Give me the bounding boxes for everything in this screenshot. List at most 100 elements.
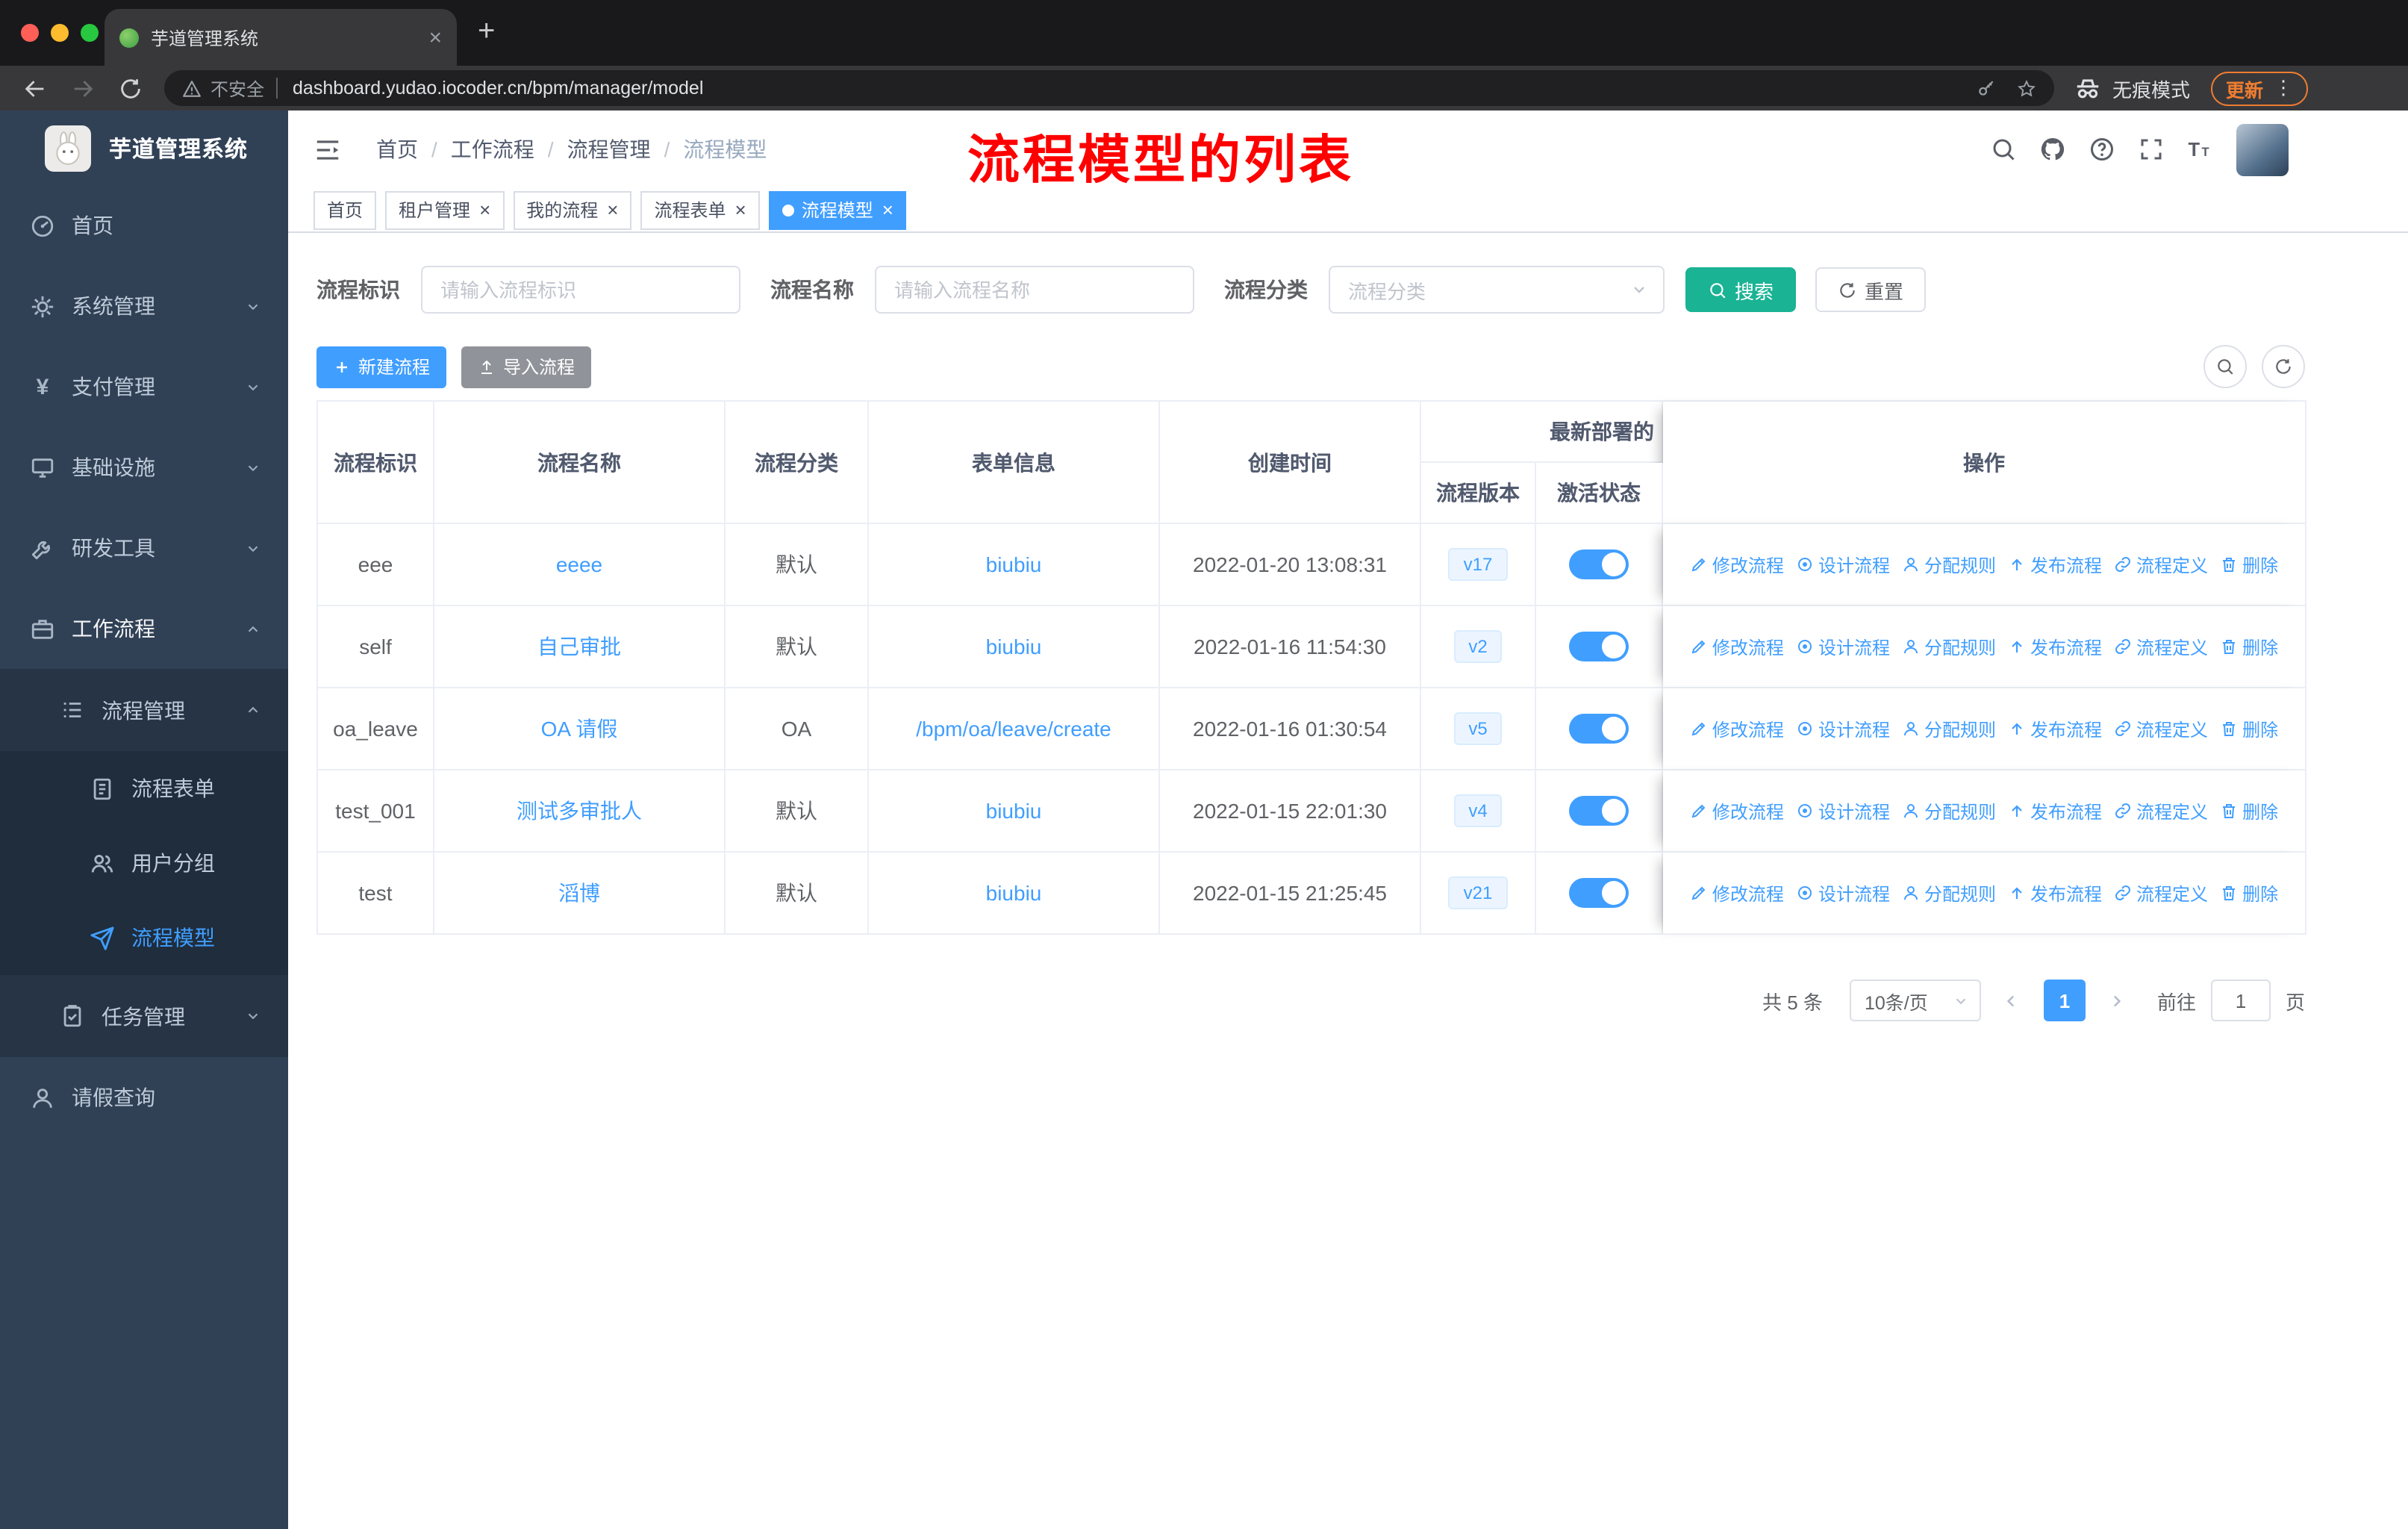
help-icon[interactable]	[2089, 136, 2115, 163]
minimize-window-button[interactable]	[51, 24, 69, 42]
tag-home[interactable]: 首页	[314, 190, 377, 229]
process-name-link[interactable]: 滔博	[558, 881, 600, 905]
modify-process-action[interactable]: 修改流程	[1690, 716, 1784, 741]
process-definition-action[interactable]: 流程定义	[2114, 634, 2208, 659]
delete-action[interactable]: 删除	[2220, 552, 2278, 577]
form-info-link[interactable]: biubiu	[986, 799, 1042, 823]
back-icon[interactable]	[22, 75, 48, 101]
search-icon[interactable]	[1990, 136, 2017, 163]
design-process-action[interactable]: 设计流程	[1796, 552, 1890, 577]
modify-process-action[interactable]: 修改流程	[1690, 798, 1784, 823]
github-icon[interactable]	[2039, 136, 2066, 163]
process-name-link[interactable]: eeee	[556, 552, 602, 576]
publish-process-action[interactable]: 发布流程	[2008, 552, 2102, 577]
sidebar-item-process-form[interactable]: 流程表单	[0, 751, 288, 826]
sidebar-item-workflow[interactable]: 工作流程	[0, 588, 288, 669]
address-bar[interactable]: 不安全 dashboard.yudao.iocoder.cn/bpm/manag…	[164, 70, 2054, 106]
process-definition-action[interactable]: 流程定义	[2114, 798, 2208, 823]
assign-rules-action[interactable]: 分配规则	[1902, 798, 1996, 823]
breadcrumb-item[interactable]: 流程管理	[567, 134, 651, 164]
process-key-input[interactable]	[421, 266, 740, 314]
create-process-button[interactable]: 新建流程	[316, 346, 447, 387]
active-toggle[interactable]	[1569, 714, 1629, 744]
publish-process-action[interactable]: 发布流程	[2008, 880, 2102, 906]
assign-rules-action[interactable]: 分配规则	[1902, 552, 1996, 577]
search-button[interactable]: 搜索	[1685, 267, 1797, 312]
tag-process-form[interactable]: 流程表单 ×	[640, 190, 760, 229]
menu-dots-icon[interactable]: ⋮	[2274, 76, 2293, 100]
close-icon[interactable]: ×	[735, 200, 746, 219]
delete-action[interactable]: 删除	[2220, 634, 2278, 659]
new-tab-button[interactable]: +	[478, 15, 495, 49]
design-process-action[interactable]: 设计流程	[1796, 716, 1890, 741]
sidebar-item-task-management[interactable]: 任务管理	[0, 975, 288, 1057]
sidebar-item-home[interactable]: 首页	[0, 185, 288, 266]
process-name-link[interactable]: 自己审批	[537, 635, 621, 658]
key-icon[interactable]	[1977, 78, 1996, 98]
assign-rules-action[interactable]: 分配规则	[1902, 716, 1996, 741]
user-avatar[interactable]	[2236, 123, 2289, 175]
tag-tenant-management[interactable]: 租户管理 ×	[385, 190, 505, 229]
form-info-link[interactable]: /bpm/oa/leave/create	[916, 717, 1111, 741]
active-toggle[interactable]	[1569, 632, 1629, 661]
reset-button[interactable]: 重置	[1815, 267, 1927, 312]
process-category-select[interactable]: 流程分类	[1329, 266, 1665, 314]
process-name-link[interactable]: OA 请假	[541, 717, 618, 741]
design-process-action[interactable]: 设计流程	[1796, 634, 1890, 659]
sidebar-item-user-group[interactable]: 用户分组	[0, 826, 288, 900]
design-process-action[interactable]: 设计流程	[1796, 880, 1890, 906]
active-toggle[interactable]	[1569, 549, 1629, 579]
delete-action[interactable]: 删除	[2220, 798, 2278, 823]
process-definition-action[interactable]: 流程定义	[2114, 552, 2208, 577]
font-size-icon[interactable]	[2187, 136, 2214, 163]
publish-process-action[interactable]: 发布流程	[2008, 716, 2102, 741]
bookmark-star-icon[interactable]	[2017, 78, 2036, 98]
breadcrumb-item[interactable]: 工作流程	[451, 134, 534, 164]
fullscreen-icon[interactable]	[2138, 136, 2165, 163]
page-1-button[interactable]: 1	[2043, 980, 2086, 1021]
reload-icon[interactable]	[118, 75, 143, 101]
design-process-action[interactable]: 设计流程	[1796, 798, 1890, 823]
tab-close-icon[interactable]: ×	[428, 26, 442, 49]
update-button[interactable]: 更新 ⋮	[2211, 71, 2309, 105]
next-page-button[interactable]	[2100, 980, 2133, 1021]
process-definition-action[interactable]: 流程定义	[2114, 880, 2208, 906]
breadcrumb-item[interactable]: 首页	[376, 134, 418, 164]
publish-process-action[interactable]: 发布流程	[2008, 798, 2102, 823]
sidebar-item-process-management[interactable]: 流程管理	[0, 669, 288, 751]
modify-process-action[interactable]: 修改流程	[1690, 634, 1784, 659]
assign-rules-action[interactable]: 分配规则	[1902, 634, 1996, 659]
toggle-search-button[interactable]	[2203, 345, 2247, 388]
tag-process-model[interactable]: 流程模型 ×	[768, 190, 907, 229]
process-definition-action[interactable]: 流程定义	[2114, 716, 2208, 741]
page-size-select[interactable]: 10条/页	[1849, 980, 1981, 1021]
process-name-input[interactable]	[875, 266, 1194, 314]
form-info-link[interactable]: biubiu	[986, 552, 1042, 576]
close-window-button[interactable]	[21, 24, 39, 42]
sidebar-item-dev-tools[interactable]: 研发工具	[0, 508, 288, 588]
publish-process-action[interactable]: 发布流程	[2008, 634, 2102, 659]
sidebar-item-infra[interactable]: 基础设施	[0, 427, 288, 508]
zoom-window-button[interactable]	[81, 24, 99, 42]
assign-rules-action[interactable]: 分配规则	[1902, 880, 1996, 906]
delete-action[interactable]: 删除	[2220, 880, 2278, 906]
browser-tab[interactable]: 芋道管理系统 ×	[105, 9, 457, 66]
close-icon[interactable]: ×	[479, 200, 490, 219]
forward-icon[interactable]	[70, 75, 96, 101]
security-label[interactable]: 不安全	[210, 75, 264, 101]
sidebar-item-process-model[interactable]: 流程模型	[0, 900, 288, 975]
sidebar-item-system[interactable]: 系统管理	[0, 266, 288, 346]
tag-my-process[interactable]: 我的流程 ×	[513, 190, 632, 229]
close-icon[interactable]: ×	[607, 200, 618, 219]
import-process-button[interactable]: 导入流程	[461, 346, 592, 387]
sidebar-item-leave-query[interactable]: 请假查询	[0, 1057, 288, 1138]
active-toggle[interactable]	[1569, 878, 1629, 908]
form-info-link[interactable]: biubiu	[986, 881, 1042, 905]
active-toggle[interactable]	[1569, 796, 1629, 826]
process-name-link[interactable]: 测试多审批人	[517, 799, 642, 823]
modify-process-action[interactable]: 修改流程	[1690, 552, 1784, 577]
prev-page-button[interactable]	[1996, 980, 2029, 1021]
close-icon[interactable]: ×	[882, 200, 893, 219]
sidebar-item-pay[interactable]: ¥ 支付管理	[0, 346, 288, 427]
refresh-table-button[interactable]	[2262, 345, 2305, 388]
